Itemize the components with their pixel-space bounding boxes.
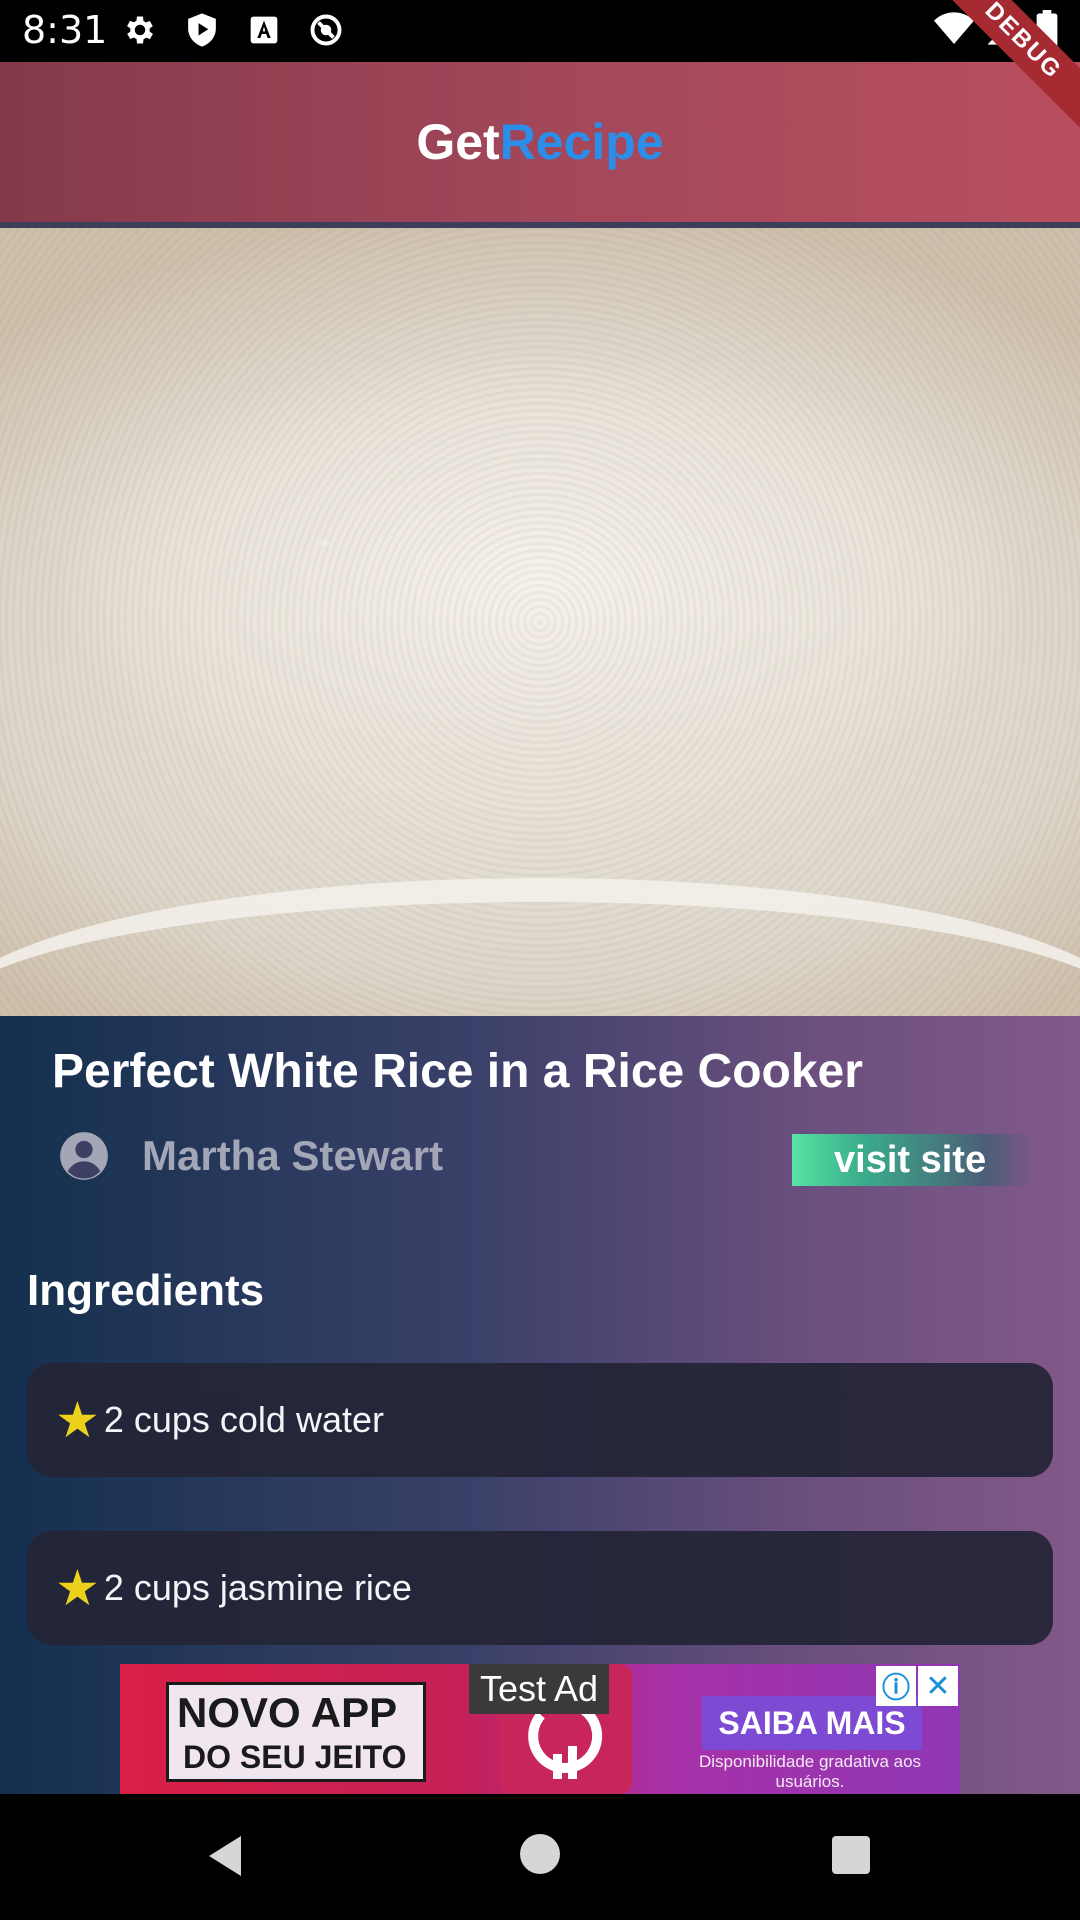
status-bar: 8:31 (0, 0, 1080, 62)
wifi-icon (934, 12, 974, 50)
navigation-bar (0, 1794, 1080, 1920)
ingredient-text: 2 cups jasmine rice (103, 1567, 412, 1608)
app-bar: GetRecipe (0, 62, 1080, 222)
ingredient-item: ★ 2 cups cold water (27, 1363, 1053, 1477)
play-shield-icon (182, 10, 222, 50)
app-title-recipe: Recipe (499, 114, 664, 170)
app-title-get: Get (416, 114, 500, 170)
info-icon[interactable]: ⓘ (876, 1666, 916, 1706)
no-sync-icon (306, 10, 346, 50)
home-icon[interactable] (520, 1834, 560, 1874)
recents-icon[interactable] (832, 1836, 870, 1874)
test-ad-label: Test Ad (469, 1664, 609, 1714)
font-a-icon (244, 10, 284, 50)
star-icon: ★ (55, 1391, 100, 1449)
ad-banner[interactable]: NOVO APP DO SEU JEITO SAIBA MAIS Disponi… (120, 1664, 960, 1794)
visit-site-button[interactable]: visit site (792, 1134, 1032, 1186)
status-icons-left (120, 10, 346, 50)
status-time: 8:31 (22, 8, 108, 52)
ingredient-text: 2 cups cold water (103, 1399, 384, 1440)
app-title: GetRecipe (416, 113, 663, 171)
author-row: Martha Stewart (58, 1130, 443, 1182)
recipe-title: Perfect White Rice in a Rice Cooker (52, 1045, 863, 1098)
account-circle-icon (58, 1130, 110, 1182)
author-name: Martha Stewart (142, 1132, 444, 1179)
back-icon[interactable] (205, 1834, 245, 1882)
ingredient-item: ★ 2 cups jasmine rice (27, 1531, 1053, 1645)
gear-icon (120, 10, 160, 50)
recipe-image (0, 228, 1080, 1016)
close-icon[interactable]: ✕ (918, 1666, 958, 1706)
star-icon: ★ (55, 1559, 100, 1617)
ad-line1: NOVO APP (177, 1689, 398, 1736)
ingredients-heading: Ingredients (27, 1266, 265, 1315)
ad-novo-box: NOVO APP DO SEU JEITO (166, 1682, 426, 1782)
ad-disclaimer: Disponibilidade gradativa aos usuários. (698, 1752, 922, 1791)
ad-line2: DO SEU JEITO (183, 1739, 407, 1775)
